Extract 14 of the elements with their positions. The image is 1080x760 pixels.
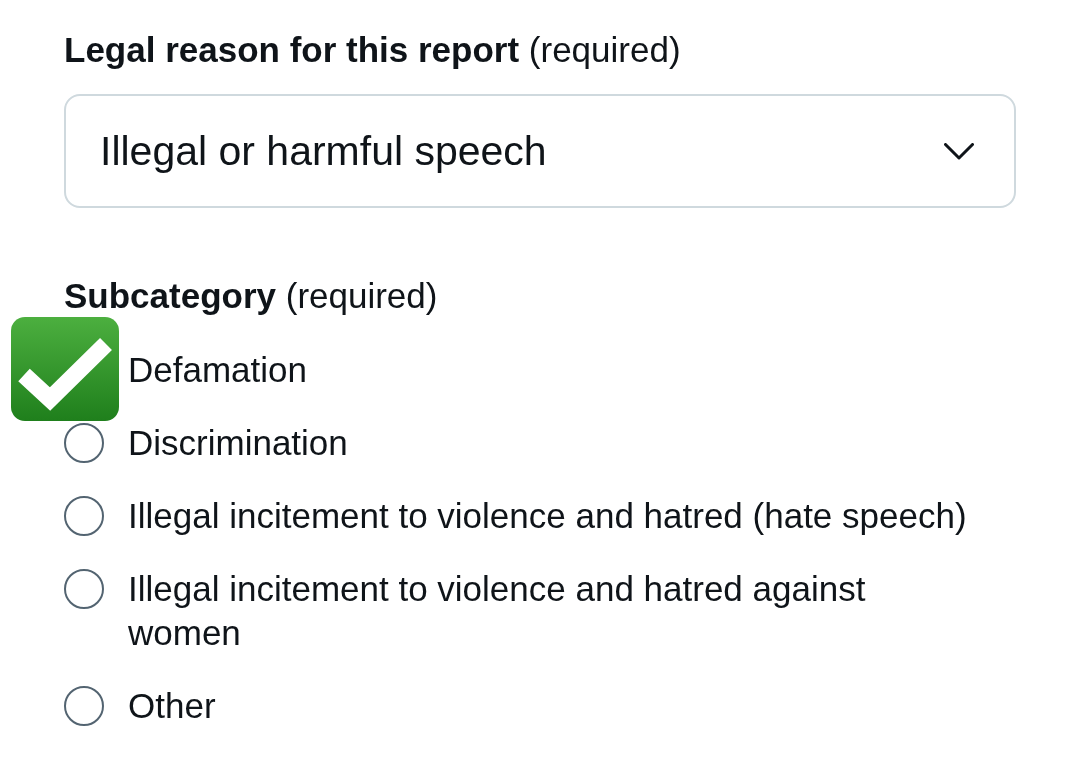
option-label: Illegal incitement to violence and hatred against women (128, 567, 867, 654)
radio-button[interactable] (64, 422, 104, 463)
field-label: Subcategory (required) (64, 275, 439, 317)
chevron-down-icon (944, 142, 974, 160)
field-label: Legal reason for this report (required) (64, 29, 682, 71)
check-mark-icon[interactable] (11, 316, 119, 421)
option-label: Discrimination (128, 421, 348, 464)
reason-select[interactable]: Illegal or harmful speech (64, 94, 1016, 208)
radio-button[interactable] (64, 495, 104, 536)
option-label: Other (128, 684, 216, 727)
radio-button[interactable] (64, 685, 104, 726)
option-label: Illegal incitement to violence and hatred (hate speech) (128, 494, 967, 537)
option-label: Defamation (128, 348, 307, 391)
radio-button[interactable] (64, 568, 104, 609)
